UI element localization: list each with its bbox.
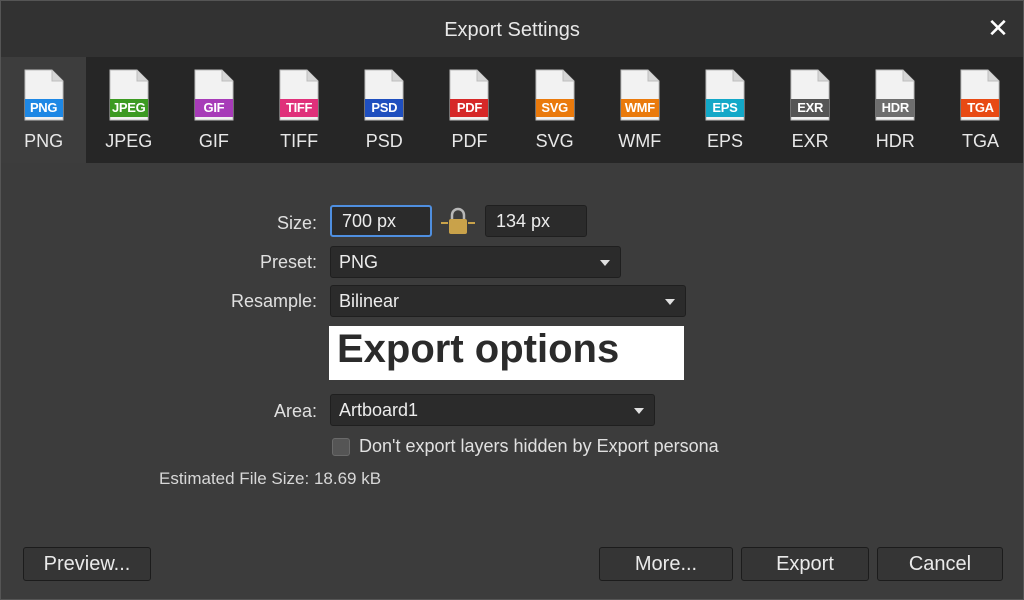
preview-button[interactable]: Preview... [23,547,151,581]
format-label: EPS [706,131,743,151]
estimate-label: Estimated File Size: [159,469,310,488]
format-wmf[interactable]: WMF WMF [597,57,682,163]
format-label: PSD [365,131,403,151]
format-tiff[interactable]: TIFF TIFF [257,57,342,163]
resample-value: Bilinear [339,291,400,311]
format-png[interactable]: PNG PNG [1,57,87,163]
area-dropdown[interactable]: Artboard1 [330,394,655,426]
format-label: HDR [875,131,915,151]
width-input[interactable]: 700 px [330,205,432,237]
format-label: TIFF [280,131,319,151]
preset-label: Preset: [259,252,317,272]
hdr-file-icon: HDR [875,69,915,121]
format-tag: TIFF [285,100,313,115]
format-tag: JPEG [112,100,146,115]
format-label: PNG [24,131,64,151]
title-bar: Export Settings ✕ [1,1,1023,57]
format-jpeg[interactable]: JPEG JPEG [86,57,171,163]
chevron-down-icon [634,408,644,414]
chevron-down-icon [600,260,610,266]
chevron-down-icon [665,299,675,305]
png-file-icon: PNG [24,69,64,121]
jpeg-file-icon: JPEG [109,69,149,121]
format-tag: HDR [881,100,910,115]
close-icon[interactable]: ✕ [985,13,1011,43]
exr-file-icon: EXR [790,69,830,121]
psd-file-icon: PSD [364,69,404,121]
format-tag: EPS [712,100,738,115]
format-exr[interactable]: EXR EXR [768,57,853,163]
format-tag: WMF [624,100,655,115]
cancel-button[interactable]: Cancel [877,547,1003,581]
resample-label: Resample: [230,291,317,311]
area-label: Area: [273,401,317,421]
format-tag: PNG [29,100,58,115]
format-svg[interactable]: SVG SVG [512,57,597,163]
format-selector: PNG PNG JPEG JPEG GIF GIF TIFF TIFF PSD PSD PDF PDF… [1,57,1023,163]
tiff-file-icon: TIFF [279,69,319,121]
format-tga[interactable]: TGA TGA [938,57,1023,163]
height-input[interactable]: 134 px [485,205,587,237]
estimate-value: 18.69 kB [313,469,382,488]
format-tag: TGA [967,100,994,115]
export-options-banner: Export options [329,326,684,380]
export-settings-dialog: Export Settings ✕ PNG PNG JPEG JPEG GIF GIF TI… [0,0,1024,600]
format-psd[interactable]: PSD PSD [342,57,427,163]
format-label: WMF [618,131,662,151]
export-button[interactable]: Export [741,547,869,581]
format-tag: GIF [203,100,225,115]
preset-dropdown[interactable]: PNG [330,246,621,278]
hidden-layers-checkbox[interactable] [332,438,350,456]
format-label: TGA [961,131,999,151]
lock-icon[interactable] [441,206,475,236]
area-value: Artboard1 [339,400,419,420]
format-label: SVG [535,131,574,151]
resample-dropdown[interactable]: Bilinear [330,285,686,317]
tga-file-icon: TGA [960,69,1000,121]
format-label: GIF [198,131,229,151]
format-hdr[interactable]: HDR HDR [853,57,938,163]
estimated-file-size: Estimated File Size: 18.69 kB [159,469,381,489]
more-button[interactable]: More... [599,547,733,581]
eps-file-icon: EPS [705,69,745,121]
size-label: Size: [276,213,317,233]
svg-file-icon: SVG [535,69,575,121]
format-label: EXR [791,131,829,151]
gif-file-icon: GIF [194,69,234,121]
format-tag: PSD [371,100,398,115]
format-eps[interactable]: EPS EPS [682,57,767,163]
format-pdf[interactable]: PDF PDF [427,57,512,163]
format-gif[interactable]: GIF GIF [171,57,256,163]
wmf-file-icon: WMF [620,69,660,121]
format-label: PDF [451,131,488,151]
format-label: JPEG [105,131,153,151]
format-tag: EXR [797,100,824,115]
pdf-file-icon: PDF [449,69,489,121]
preset-value: PNG [339,252,379,272]
format-tag: SVG [541,100,568,115]
dialog-title: Export Settings [444,19,580,41]
hidden-layers-label[interactable]: Don't export layers hidden by Export per… [359,436,719,457]
format-tag: PDF [456,100,482,115]
